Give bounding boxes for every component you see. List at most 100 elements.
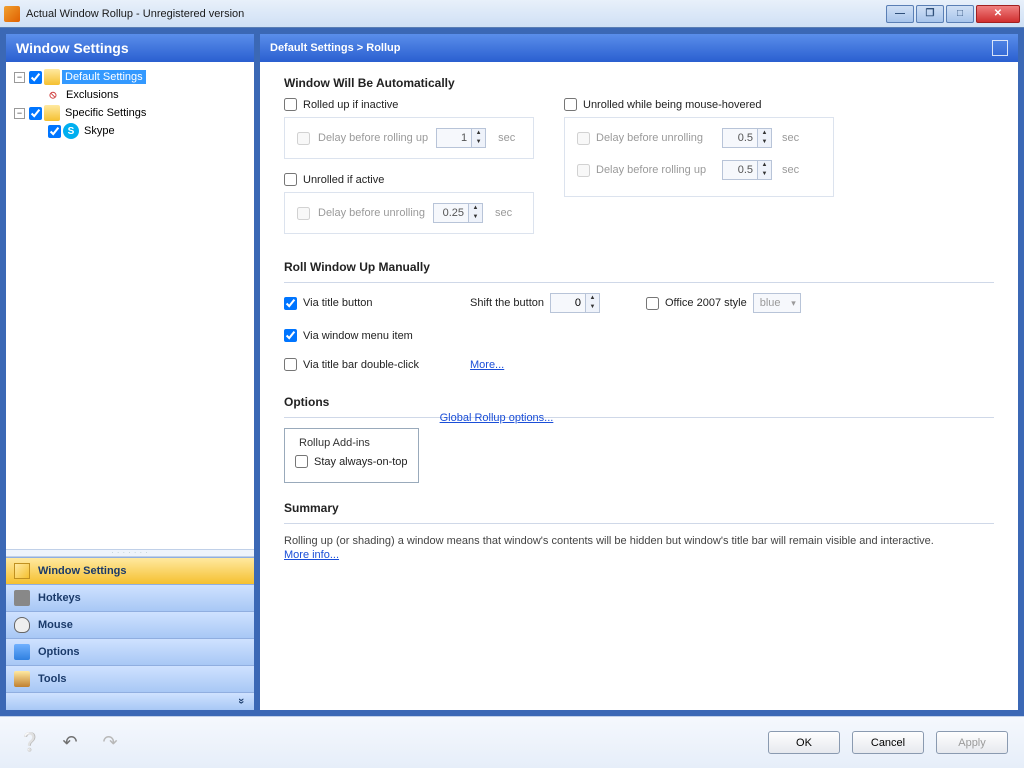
unit-sec: sec <box>782 132 799 144</box>
checkbox-office-style[interactable] <box>646 297 659 310</box>
spinner-shift[interactable]: ▲▼ <box>550 293 600 313</box>
section-options-title: Options <box>284 395 994 409</box>
nav-label: Hotkeys <box>38 592 81 604</box>
options-icon <box>14 644 30 660</box>
spinner-input[interactable] <box>723 129 757 147</box>
checkbox-unrolled-active[interactable] <box>284 173 297 186</box>
redo-icon[interactable]: ↷ <box>96 729 124 757</box>
spinner-down-icon[interactable]: ▼ <box>468 213 482 222</box>
checkbox-delay-unroll[interactable] <box>297 207 310 220</box>
checkbox-stay-on-top[interactable] <box>295 455 308 468</box>
apply-button[interactable]: Apply <box>936 731 1008 754</box>
tree-label: Exclusions <box>63 88 122 102</box>
tree-checkbox[interactable] <box>48 125 61 138</box>
folder-icon <box>44 105 60 121</box>
ok-button[interactable]: OK <box>768 731 840 754</box>
label-delay-rollup: Delay before rolling up <box>318 132 428 144</box>
link-more-info[interactable]: More info... <box>284 549 339 561</box>
spinner-input[interactable] <box>437 129 471 147</box>
unit-sec: sec <box>495 207 512 219</box>
help-icon[interactable]: ❔ <box>16 729 44 757</box>
spinner-up-icon[interactable]: ▲ <box>585 294 599 303</box>
label-via-menu: Via window menu item <box>303 330 413 342</box>
spinner-hover-delay-rollup[interactable]: ▲▼ <box>722 160 772 180</box>
label-hover-delay-unroll: Delay before unrolling <box>596 132 716 144</box>
label-via-title-button: Via title button <box>303 297 373 309</box>
tree-checkbox[interactable] <box>29 71 42 84</box>
tree-label: Default Settings <box>62 70 146 84</box>
nav-mouse[interactable]: Mouse <box>6 611 254 638</box>
titlebar-text: Actual Window Rollup - Unregistered vers… <box>26 8 886 20</box>
nav-label: Tools <box>38 673 67 685</box>
link-more-manual[interactable]: More... <box>470 359 504 371</box>
maximize-button[interactable] <box>946 5 974 23</box>
spinner-up-icon[interactable]: ▲ <box>468 204 482 213</box>
mouse-icon <box>14 617 30 633</box>
select-office-color[interactable]: blue <box>753 293 801 313</box>
link-global-rollup[interactable]: Global Rollup options... <box>440 412 554 424</box>
spinner-down-icon[interactable]: ▼ <box>757 170 771 179</box>
checkbox-delay-rollup[interactable] <box>297 132 310 145</box>
folder-icon <box>44 69 60 85</box>
unit-sec: sec <box>498 132 515 144</box>
breadcrumb-bar: Default Settings > Rollup <box>260 34 1018 62</box>
section-manual-title: Roll Window Up Manually <box>284 260 994 274</box>
nav-label: Options <box>38 646 80 658</box>
restore-button[interactable] <box>916 5 944 23</box>
spinner-up-icon[interactable]: ▲ <box>757 161 771 170</box>
splitter-handle[interactable]: · · · · · · · <box>6 549 254 557</box>
cancel-button[interactable]: Cancel <box>852 731 924 754</box>
spinner-delay-unroll[interactable]: ▲▼ <box>433 203 483 223</box>
nav-expand-toggle[interactable] <box>6 692 254 710</box>
nav-hotkeys[interactable]: Hotkeys <box>6 584 254 611</box>
tree-label: Specific Settings <box>62 106 149 120</box>
panel-restore-icon[interactable] <box>992 40 1008 56</box>
label-shift-button: Shift the button <box>470 297 544 309</box>
label-office-style: Office 2007 style <box>665 297 747 309</box>
nav-options[interactable]: Options <box>6 638 254 665</box>
section-summary-title: Summary <box>284 501 994 515</box>
tree-item-default-settings[interactable]: − Default Settings <box>10 68 250 86</box>
checkbox-via-dblclick[interactable] <box>284 358 297 371</box>
right-pane: Default Settings > Rollup Window Will Be… <box>260 34 1018 710</box>
checkbox-hover-delay-rollup[interactable] <box>577 164 590 177</box>
spinner-input[interactable] <box>434 204 468 222</box>
checkbox-hover-delay-unroll[interactable] <box>577 132 590 145</box>
close-button[interactable] <box>976 5 1020 23</box>
checkbox-via-title-button[interactable] <box>284 297 297 310</box>
spinner-down-icon[interactable]: ▼ <box>757 138 771 147</box>
tree-item-specific-settings[interactable]: − Specific Settings <box>10 104 250 122</box>
checkbox-via-menu[interactable] <box>284 329 297 342</box>
undo-icon[interactable]: ↶ <box>56 729 84 757</box>
spinner-hover-delay-unroll[interactable]: ▲▼ <box>722 128 772 148</box>
spinner-down-icon[interactable]: ▼ <box>585 303 599 312</box>
left-pane: Window Settings − Default Settings ⦸ Exc… <box>6 34 254 710</box>
checkbox-unrolled-hover[interactable] <box>564 98 577 111</box>
label-unrolled-active: Unrolled if active <box>303 174 384 186</box>
spinner-down-icon[interactable]: ▼ <box>471 138 485 147</box>
collapse-icon[interactable]: − <box>14 108 25 119</box>
nav-tools[interactable]: Tools <box>6 665 254 692</box>
spinner-up-icon[interactable]: ▲ <box>757 129 771 138</box>
breadcrumb: Default Settings > Rollup <box>270 42 400 54</box>
fieldset-addins: Rollup Add-ins Stay always-on-top <box>284 428 419 483</box>
settings-content: Window Will Be Automatically Rolled up i… <box>260 62 1018 710</box>
label-stay-on-top: Stay always-on-top <box>314 456 408 468</box>
collapse-icon[interactable]: − <box>14 72 25 83</box>
unit-sec: sec <box>782 164 799 176</box>
tree-item-skype[interactable]: S Skype <box>10 122 250 140</box>
tree-item-exclusions[interactable]: ⦸ Exclusions <box>10 86 250 104</box>
summary-text: Rolling up (or shading) a window means t… <box>284 534 994 549</box>
spinner-input[interactable] <box>723 161 757 179</box>
titlebar[interactable]: Actual Window Rollup - Unregistered vers… <box>0 0 1024 28</box>
spinner-input[interactable] <box>551 294 585 312</box>
nav-window-settings[interactable]: Window Settings <box>6 557 254 584</box>
spinner-delay-rollup[interactable]: ▲▼ <box>436 128 486 148</box>
checkbox-rolled-up-inactive[interactable] <box>284 98 297 111</box>
settings-tree: − Default Settings ⦸ Exclusions − Specif… <box>6 62 254 549</box>
keyboard-icon <box>14 590 30 606</box>
spinner-up-icon[interactable]: ▲ <box>471 129 485 138</box>
minimize-button[interactable] <box>886 5 914 23</box>
skype-icon: S <box>63 123 79 139</box>
tree-checkbox[interactable] <box>29 107 42 120</box>
